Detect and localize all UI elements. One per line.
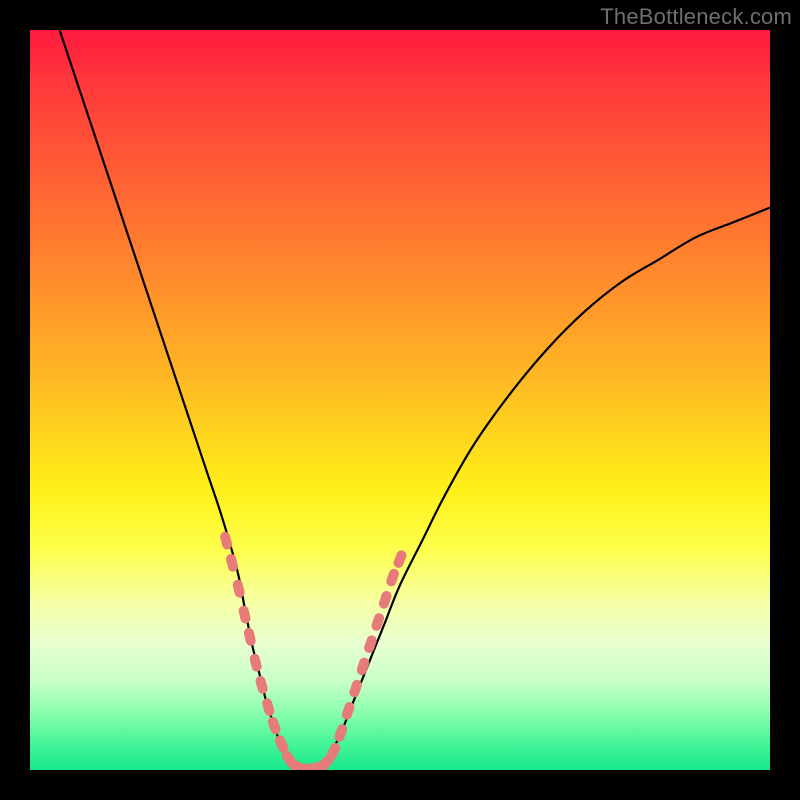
curve-layer (30, 30, 770, 770)
curve-marker (385, 567, 401, 587)
watermark-text: TheBottleneck.com (600, 4, 792, 30)
curve-marker (392, 549, 408, 569)
curve-marker (333, 723, 349, 743)
curve-marker (249, 653, 263, 673)
curve-marker (238, 605, 252, 625)
curve-marker (261, 697, 276, 717)
marker-layer (219, 531, 408, 770)
plot-area (30, 30, 770, 770)
curve-marker (254, 675, 269, 695)
curve-marker (243, 627, 257, 647)
curve-marker (266, 715, 282, 735)
curve-marker (232, 579, 246, 599)
chart-stage: TheBottleneck.com (0, 0, 800, 800)
bottleneck-curve (60, 30, 770, 770)
